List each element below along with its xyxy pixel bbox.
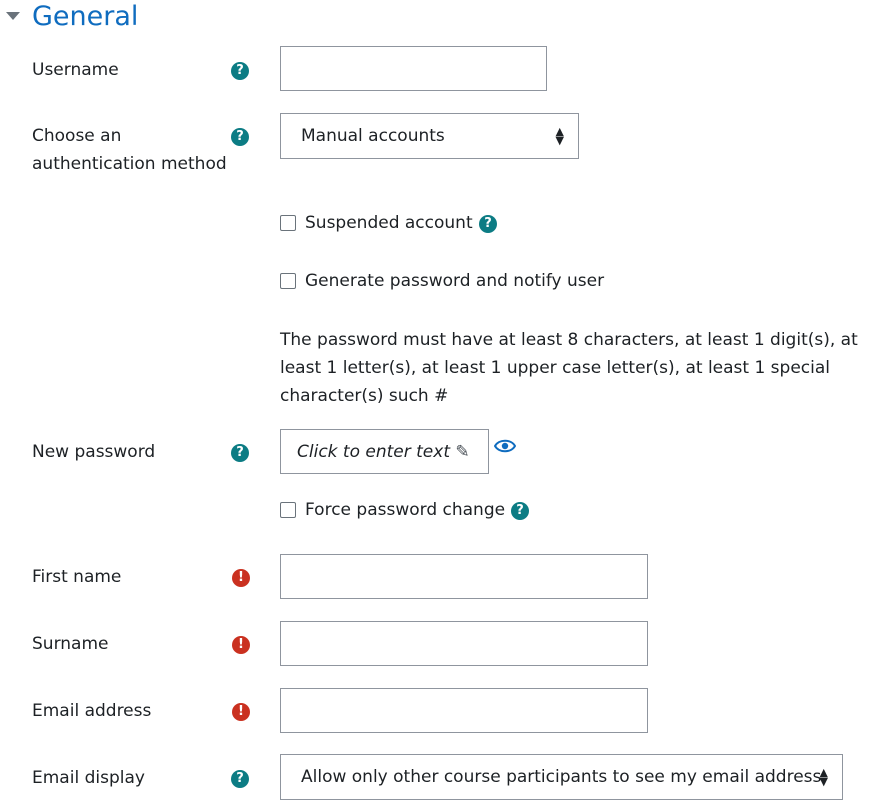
- surname-input[interactable]: [280, 621, 648, 666]
- help-icon[interactable]: ?: [231, 444, 249, 462]
- generate-password-label[interactable]: Generate password and notify user: [305, 267, 604, 295]
- pencil-icon: ✎: [455, 442, 470, 462]
- generate-password-checkbox[interactable]: [280, 273, 296, 289]
- new-password-label: New password: [32, 442, 156, 462]
- help-icon[interactable]: ?: [231, 128, 249, 146]
- auth-method-value: Manual accounts: [301, 126, 445, 146]
- new-password-placeholder: Click to enter text: [297, 442, 450, 462]
- first-name-label: First name: [32, 567, 122, 587]
- username-input[interactable]: [280, 46, 547, 91]
- first-name-input[interactable]: [280, 554, 648, 599]
- email-display-label: Email display: [32, 768, 145, 788]
- email-display-value: Allow only other course participants to …: [301, 767, 822, 787]
- username-label: Username: [32, 60, 119, 80]
- eye-icon[interactable]: [493, 438, 517, 459]
- help-icon[interactable]: ?: [231, 770, 249, 788]
- section-title[interactable]: General: [32, 0, 138, 34]
- auth-label-line2: authentication method: [32, 154, 227, 174]
- help-icon[interactable]: ?: [511, 502, 529, 520]
- force-change-label[interactable]: Force password change: [305, 496, 505, 524]
- force-change-checkbox[interactable]: [280, 502, 296, 518]
- suspended-checkbox[interactable]: [280, 215, 296, 231]
- new-password-field[interactable]: Click to enter text ✎: [280, 429, 489, 474]
- password-policy-note: The password must have at least 8 charac…: [280, 330, 858, 406]
- required-icon: !: [232, 636, 250, 654]
- email-display-select[interactable]: Allow only other course participants to …: [280, 754, 843, 800]
- sort-arrows-icon: ▲ ▼: [555, 125, 564, 147]
- collapse-caret-icon[interactable]: [6, 12, 20, 20]
- auth-label-line1: Choose an: [32, 126, 122, 146]
- auth-method-select[interactable]: Manual accounts ▲ ▼: [280, 113, 579, 159]
- suspended-label[interactable]: Suspended account: [305, 209, 473, 237]
- surname-label: Surname: [32, 634, 109, 654]
- required-icon: !: [232, 569, 250, 587]
- help-icon[interactable]: ?: [231, 62, 249, 80]
- email-input[interactable]: [280, 688, 648, 733]
- email-label: Email address: [32, 701, 152, 721]
- help-icon[interactable]: ?: [479, 215, 497, 233]
- required-icon: !: [232, 703, 250, 721]
- sort-arrows-icon: ▲ ▼: [819, 766, 828, 788]
